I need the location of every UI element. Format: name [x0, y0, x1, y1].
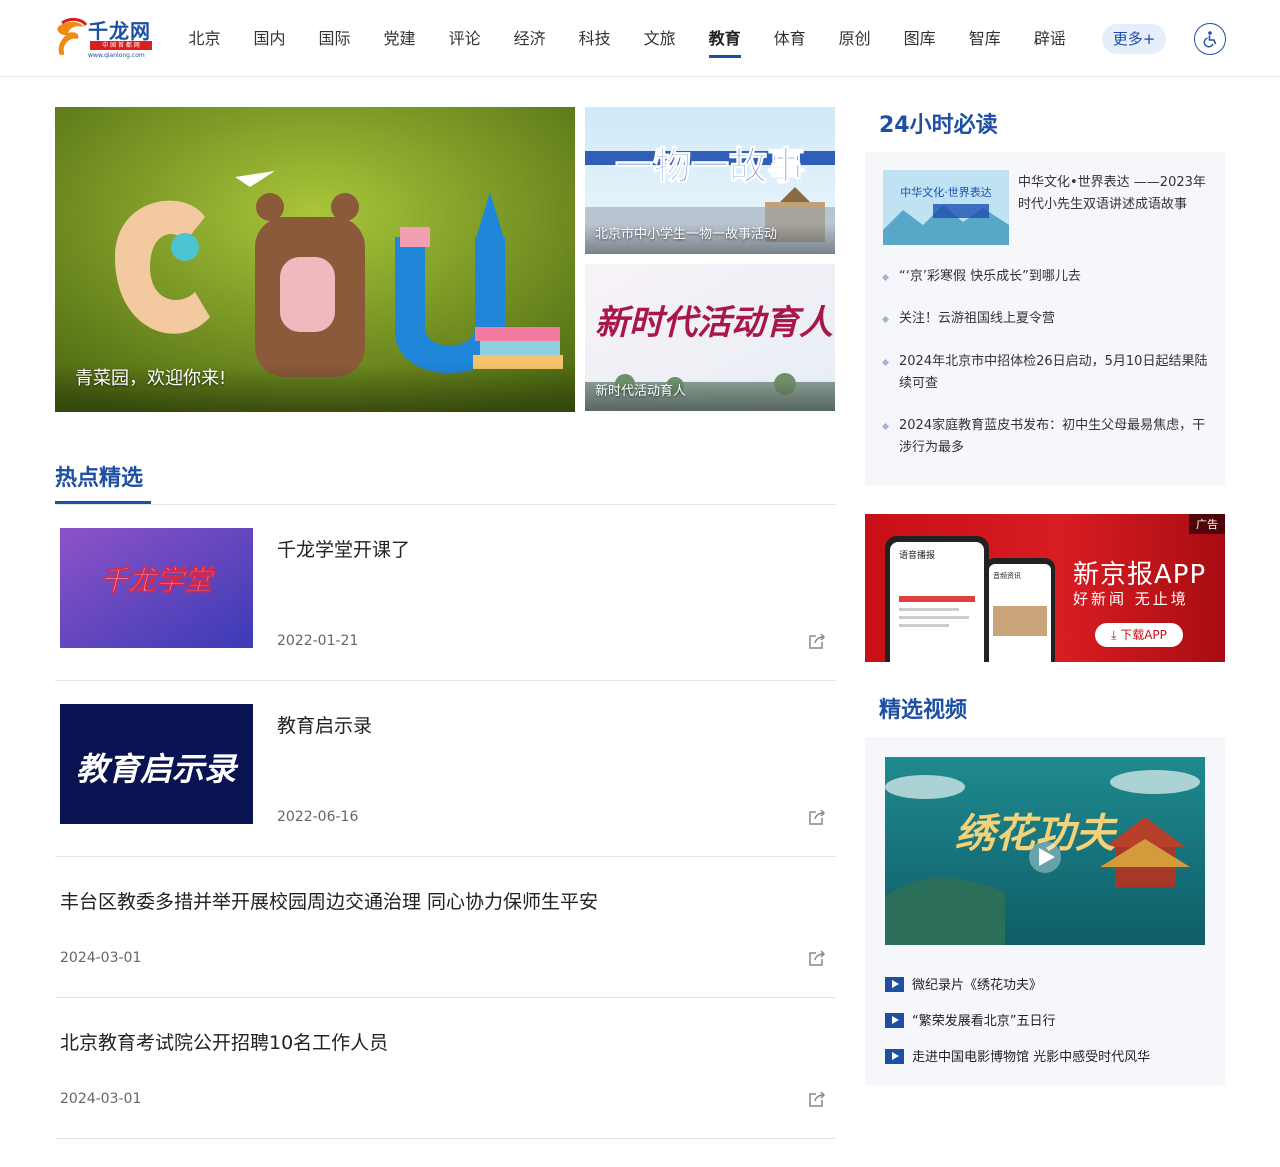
- hero-side1-caption: 北京市中小学生一物一故事活动: [585, 223, 835, 254]
- thumb-text: 千龙学堂: [100, 564, 216, 597]
- play-icon: [885, 1049, 904, 1064]
- must-read-title: 24小时必读: [879, 113, 998, 138]
- nav-item[interactable]: 科技: [579, 0, 611, 77]
- qianlong-school-thumbnail: 千龙学堂: [60, 528, 253, 648]
- app-ad-banner[interactable]: 语音播报 音频资讯 广告 新京报APP 好新闻 无止境 ⤓ 下载APP: [865, 514, 1225, 662]
- logo-url: www.qianlong.com: [88, 52, 145, 59]
- news-title[interactable]: 北京教育考试院公开招聘10名工作人员: [60, 1028, 388, 1055]
- share-icon[interactable]: [807, 1089, 827, 1109]
- nav-item[interactable]: 教育: [708, 0, 741, 77]
- nav-item[interactable]: 北京: [189, 0, 221, 77]
- phone2-label: 音频资讯: [993, 571, 1021, 580]
- nav-item[interactable]: 经济: [514, 0, 546, 77]
- must-read-item[interactable]: 关注！云游祖国线上夏令营: [883, 308, 1213, 330]
- must-read-item[interactable]: 2024家庭教育蓝皮书发布：初中生父母最易焦虑，干涉行为最多: [883, 415, 1213, 459]
- nav-item[interactable]: 体育: [774, 0, 806, 77]
- video-list-item[interactable]: “繁荣发展看北京”五日行: [885, 1013, 1215, 1031]
- nav-item[interactable]: 国内: [254, 0, 286, 77]
- hero-main-image[interactable]: 青菜园，欢迎你来!: [55, 107, 575, 412]
- video-item-title: “繁荣发展看北京”五日行: [912, 1014, 1056, 1029]
- nav-item[interactable]: 党建: [384, 0, 416, 77]
- hero-main-caption: 青菜园，欢迎你来!: [55, 364, 575, 412]
- news-item[interactable]: 丰台区教委多措并举开展校园周边交通治理 同心协力保师生平安 2024-03-01: [55, 857, 835, 998]
- ad-subtitle: 好新闻 无止境: [1073, 590, 1189, 608]
- side2-banner-text: 新时代活动育人: [595, 303, 833, 343]
- logo-subtitle: 中 国 首 都 网: [90, 41, 152, 50]
- video-cover-illustration: 绣花功夫: [885, 757, 1205, 945]
- nav-item[interactable]: 原创: [839, 0, 871, 77]
- accessibility-button[interactable]: [1194, 23, 1226, 55]
- nav-item[interactable]: 国际: [319, 0, 351, 77]
- must-read-thumbnail[interactable]: 中华文化·世界表达: [883, 170, 1009, 245]
- nav-item[interactable]: 辟谣: [1034, 0, 1066, 77]
- play-icon: [885, 977, 904, 992]
- download-icon: ⤓: [1111, 628, 1117, 642]
- main-nav: 北京 国内 国际 党建 评论 经济 科技 文旅 教育 体育 原创 图库 智库 辟谣: [172, 0, 1082, 77]
- video-item-title: 微纪录片《绣花功夫》: [912, 978, 1043, 993]
- wheelchair-icon: [1203, 31, 1217, 48]
- video-list-item[interactable]: 走进中国电影博物馆 光影中感受时代风华: [885, 1049, 1215, 1067]
- news-thumbnail[interactable]: 教育启示录: [60, 704, 253, 824]
- play-icon: [885, 1013, 904, 1028]
- news-title[interactable]: 教育启示录: [277, 711, 372, 738]
- news-item[interactable]: 千龙学堂 千龙学堂开课了 2022-01-21: [55, 505, 835, 681]
- hero-side-image-1[interactable]: 一物一故事 北京市中小学生一物一故事活动: [585, 107, 835, 254]
- share-icon[interactable]: [807, 807, 827, 827]
- news-date: 2024-03-01: [60, 950, 142, 966]
- nav-item[interactable]: 文旅: [644, 0, 676, 77]
- nav-item[interactable]: 评论: [449, 0, 481, 77]
- phone-label: 语音播报: [899, 549, 935, 561]
- download-app-button[interactable]: ⤓ 下载APP: [1095, 623, 1183, 647]
- news-thumbnail[interactable]: 千龙学堂: [60, 528, 253, 648]
- ad-tag: 广告: [1189, 514, 1225, 534]
- hero-side2-caption: 新时代活动育人: [585, 380, 835, 411]
- thumb-text: 教育启示录: [76, 750, 239, 788]
- thumb-text: 中华文化·世界表达: [900, 185, 992, 199]
- must-read-first-title[interactable]: 中华文化•世界表达 ——2023年时代小先生双语讲述成语故事: [1018, 172, 1210, 216]
- download-app-label: 下载APP: [1120, 628, 1167, 642]
- news-title[interactable]: 千龙学堂开课了: [277, 535, 410, 562]
- news-date: 2024-03-01: [60, 1091, 142, 1107]
- news-item[interactable]: 北京教育考试院公开招聘10名工作人员 2024-03-01: [55, 998, 835, 1139]
- dragon-logo-icon: [57, 17, 88, 55]
- news-date: 2022-01-21: [277, 633, 359, 649]
- video-panel: 绣花功夫 微纪录片《绣花功夫》 “繁荣发展看北京”五日行 走进中国电影博物馆 光…: [865, 737, 1225, 1085]
- share-icon[interactable]: [807, 948, 827, 968]
- news-title[interactable]: 丰台区教委多措并举开展校园周边交通治理 同心协力保师生平安: [60, 887, 598, 914]
- share-icon[interactable]: [807, 631, 827, 651]
- video-section-title: 精选视频: [879, 698, 968, 723]
- chinese-culture-thumbnail: 中华文化·世界表达: [883, 170, 1009, 245]
- logo-text: 千龙网: [88, 19, 151, 43]
- must-read-item[interactable]: “‘京’彩寒假 快乐成长”到哪儿去: [883, 266, 1213, 288]
- news-item[interactable]: 教育启示录 教育启示录 2022-06-16: [55, 681, 835, 857]
- hot-section-title: 热点精选: [55, 466, 144, 491]
- nav-item[interactable]: 智库: [969, 0, 1001, 77]
- nav-item[interactable]: 图库: [904, 0, 936, 77]
- video-list-item[interactable]: 微纪录片《绣花功夫》: [885, 977, 1215, 995]
- must-read-panel: 中华文化·世界表达 中华文化•世界表达 ——2023年时代小先生双语讲述成语故事…: [865, 152, 1225, 486]
- phones-illustration: 语音播报 音频资讯: [885, 536, 1055, 662]
- side1-banner-text: 一物一故事: [615, 144, 805, 188]
- ad-title: 新京报APP: [1073, 560, 1207, 590]
- site-header: 千龙网 中 国 首 都 网 www.qianlong.com 北京 国内 国际 党建评…: [0, 0, 1280, 77]
- hero-side-image-2[interactable]: 新时代活动育人 新时代活动育人: [585, 264, 835, 411]
- must-read-item[interactable]: 2024年北京市中招体检26日启动，5月10日起结果陆续可查: [883, 351, 1213, 395]
- more-nav-button[interactable]: 更多+: [1102, 24, 1166, 54]
- news-date: 2022-06-16: [277, 809, 359, 825]
- site-logo[interactable]: 千龙网 中 国 首 都 网 www.qianlong.com: [54, 15, 156, 61]
- education-revelation-thumbnail: 教育启示录: [60, 704, 253, 824]
- video-player-thumbnail[interactable]: 绣花功夫: [885, 757, 1205, 945]
- video-item-title: 走进中国电影博物馆 光影中感受时代风华: [912, 1050, 1151, 1065]
